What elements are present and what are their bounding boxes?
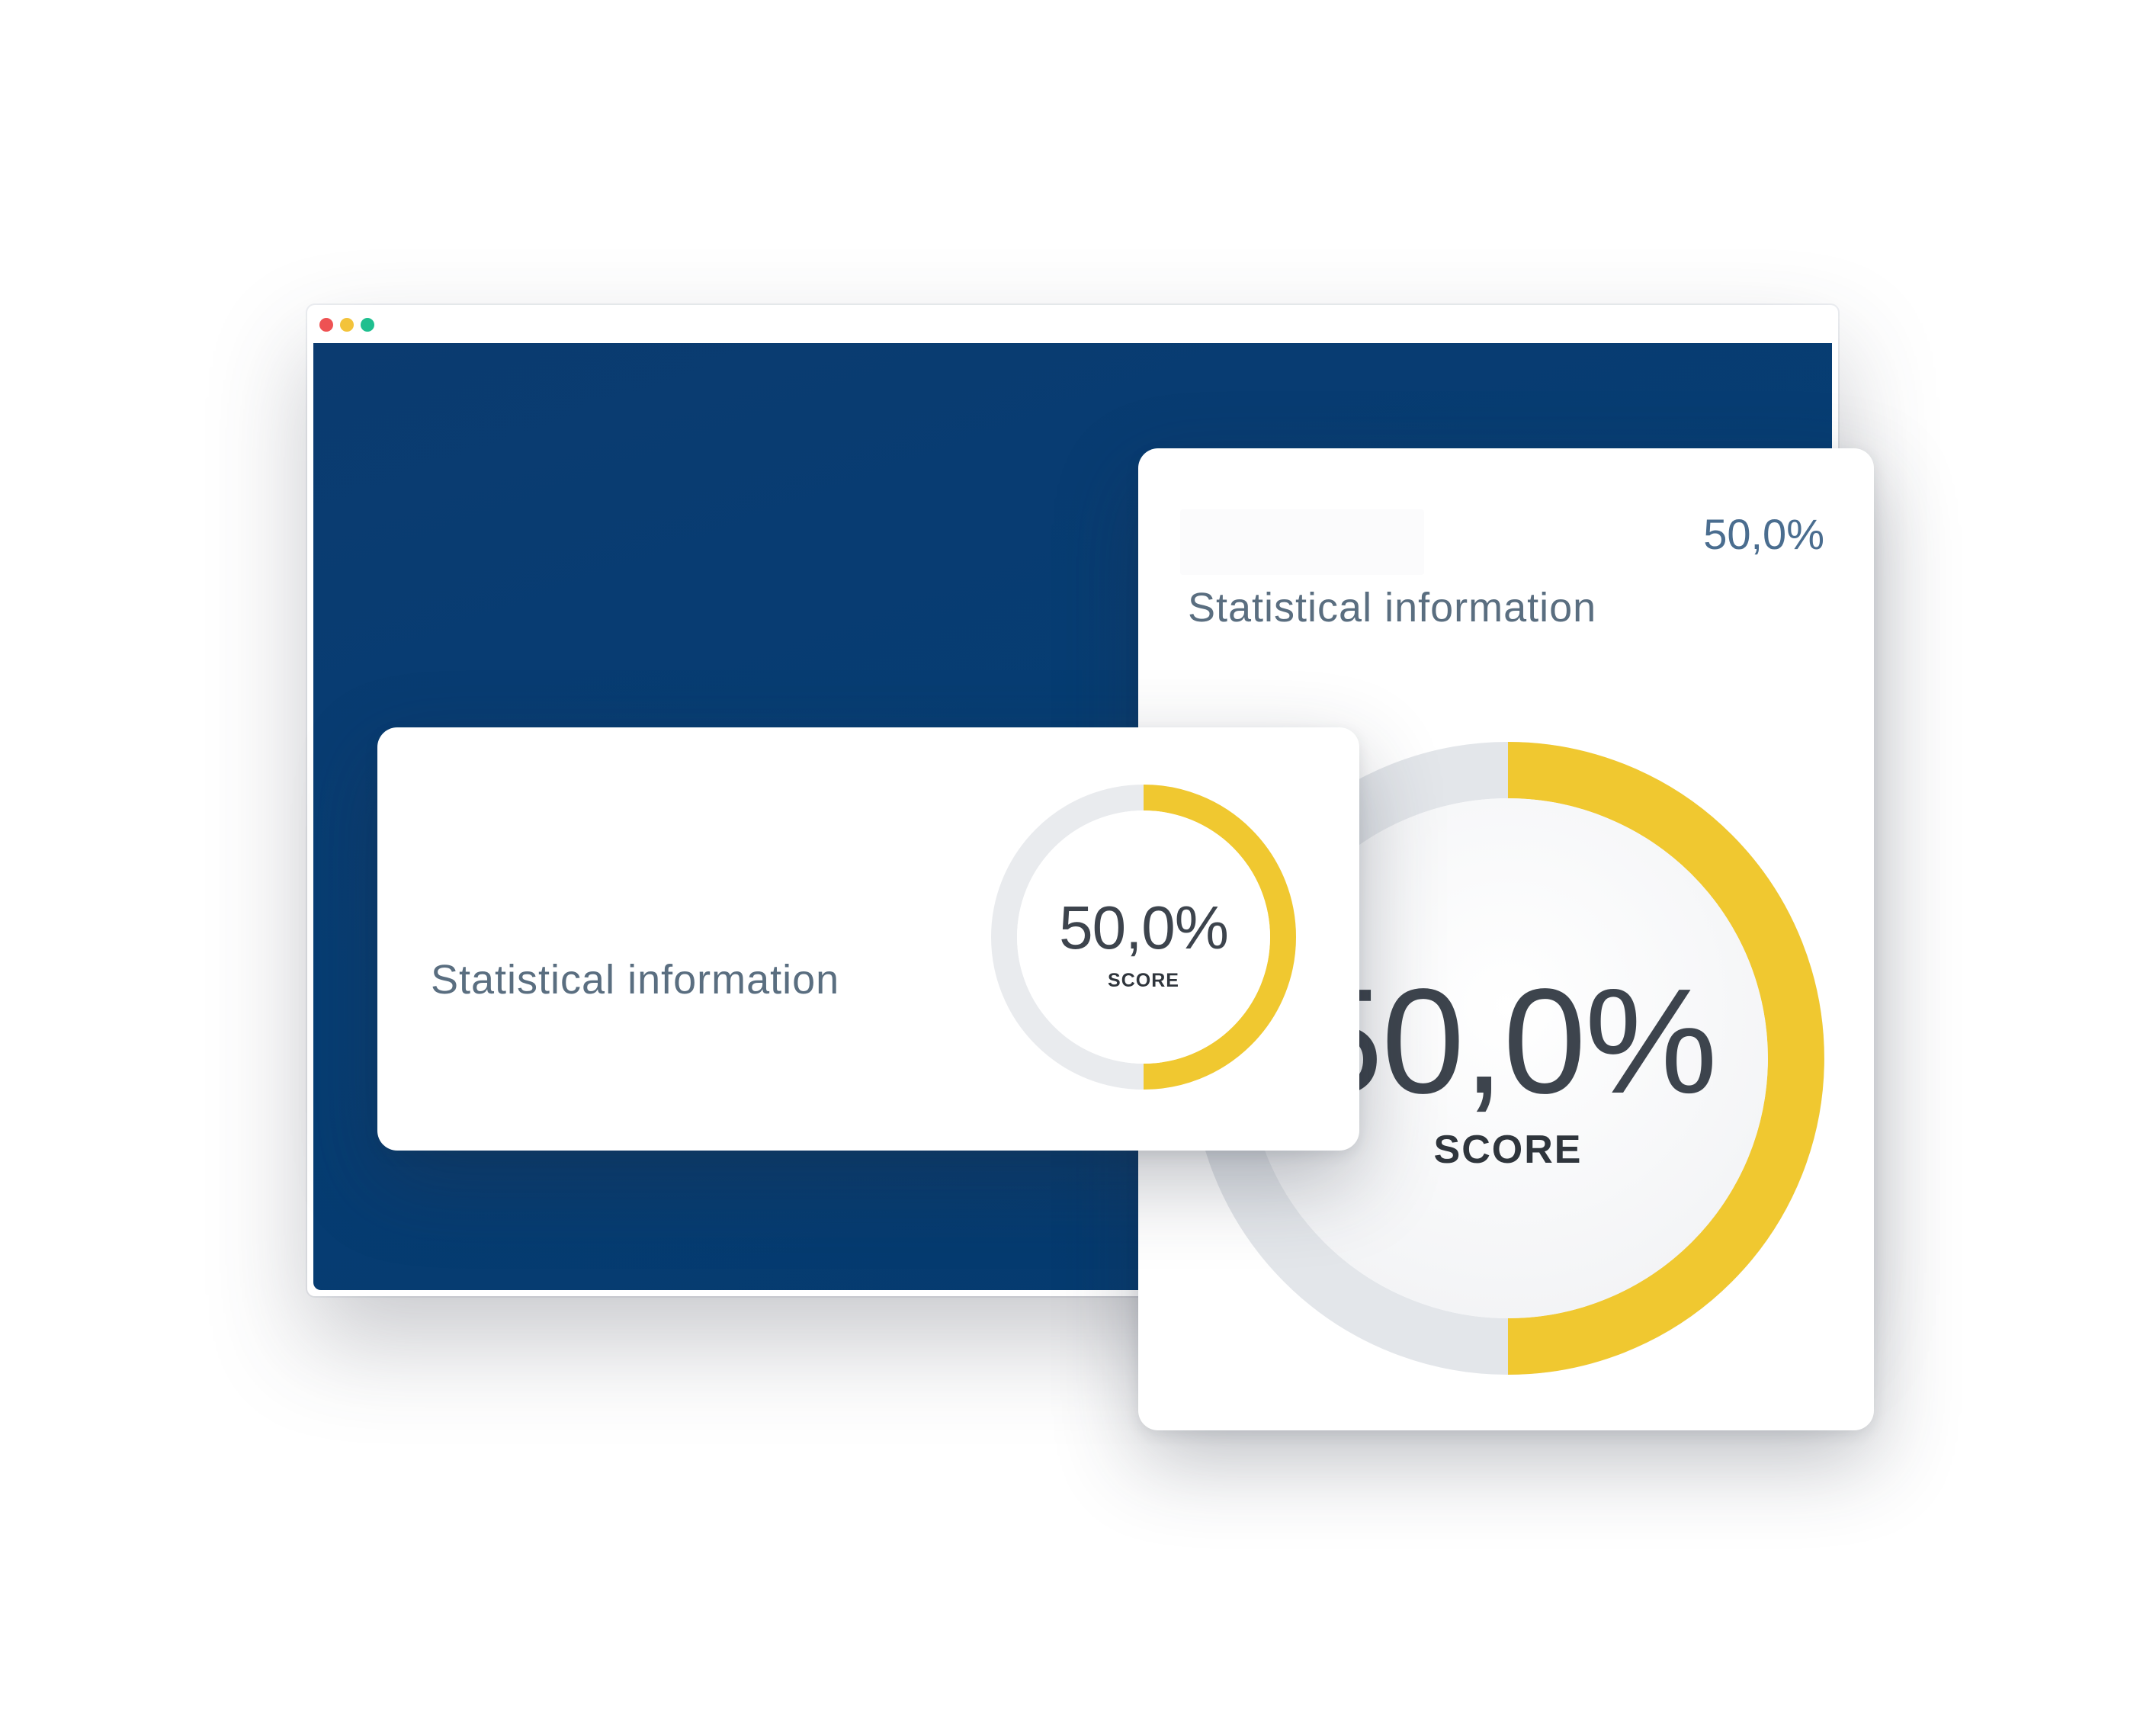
gauge-label: SCORE <box>1108 970 1179 991</box>
gauge-value: 50,0% <box>1059 894 1229 961</box>
close-window-button[interactable] <box>319 318 333 332</box>
score-gauge: 50,0% SCORE <box>991 785 1296 1090</box>
card-title: Statistical information <box>431 957 840 1003</box>
minimize-window-button[interactable] <box>340 318 354 332</box>
card-percent-value: 50,0% <box>1703 510 1824 558</box>
card-title: Statistical information <box>1188 585 1597 631</box>
small-stat-card: Statistical information 50,0% SCORE <box>377 727 1359 1151</box>
card-header-placeholder <box>1180 509 1424 575</box>
window-titlebar <box>307 305 1838 343</box>
maximize-window-button[interactable] <box>361 318 374 332</box>
